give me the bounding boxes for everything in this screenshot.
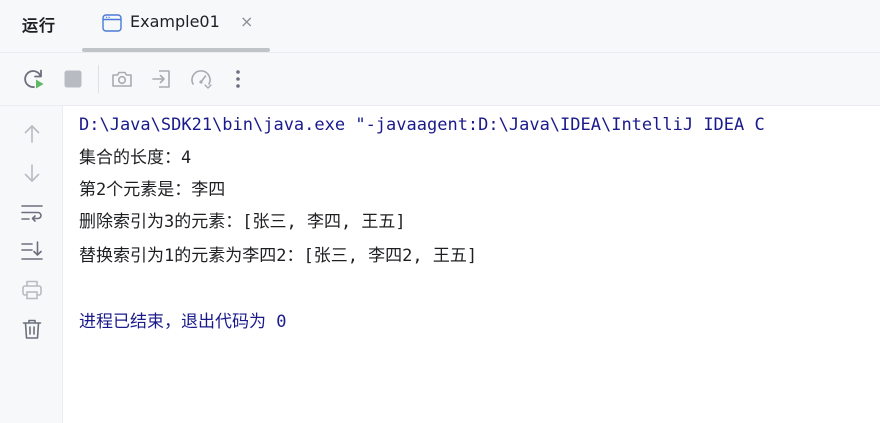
console-side-toolbar [0,106,63,423]
rerun-icon[interactable] [22,67,46,91]
application-window-icon [102,14,122,32]
profiler-icon[interactable] [189,67,213,91]
run-window-title: 运行 [22,16,57,35]
stop-icon[interactable] [61,67,85,91]
console-line: 第2个元素是：李四 [79,180,226,200]
arrow-up-icon[interactable] [20,122,44,146]
console-line: 替换索引为1的元素为李四2：[张三, 李四2, 王五] [79,246,478,266]
print-icon[interactable] [20,278,44,302]
close-tab-icon[interactable]: × [240,12,253,31]
scroll-to-end-icon[interactable] [20,239,44,263]
arrow-down-icon[interactable] [20,161,44,185]
console-line: 集合的长度：4 [79,148,192,168]
tab-example01[interactable]: Example01 × [82,0,270,52]
tab-label: Example01 [130,12,220,31]
console-output[interactable]: D:\Java\SDK21\bin\java.exe "-javaagent:D… [63,106,880,423]
soft-wrap-icon[interactable] [20,201,44,225]
toolbar-separator [98,65,99,93]
run-tool-window-header: 运行 Example01 × [0,0,880,52]
login-icon[interactable] [150,67,174,91]
screenshot-icon[interactable] [110,67,134,91]
trash-icon[interactable] [20,317,44,341]
console-command-line: D:\Java\SDK21\bin\java.exe "-javaagent:D… [79,115,765,135]
console-line: 删除索引为3的元素：[张三, 李四, 王五] [79,212,406,232]
run-toolbar [0,53,880,105]
process-exit-message: 进程已结束，退出代码为 0 [79,312,287,332]
more-options-icon[interactable] [226,67,250,91]
